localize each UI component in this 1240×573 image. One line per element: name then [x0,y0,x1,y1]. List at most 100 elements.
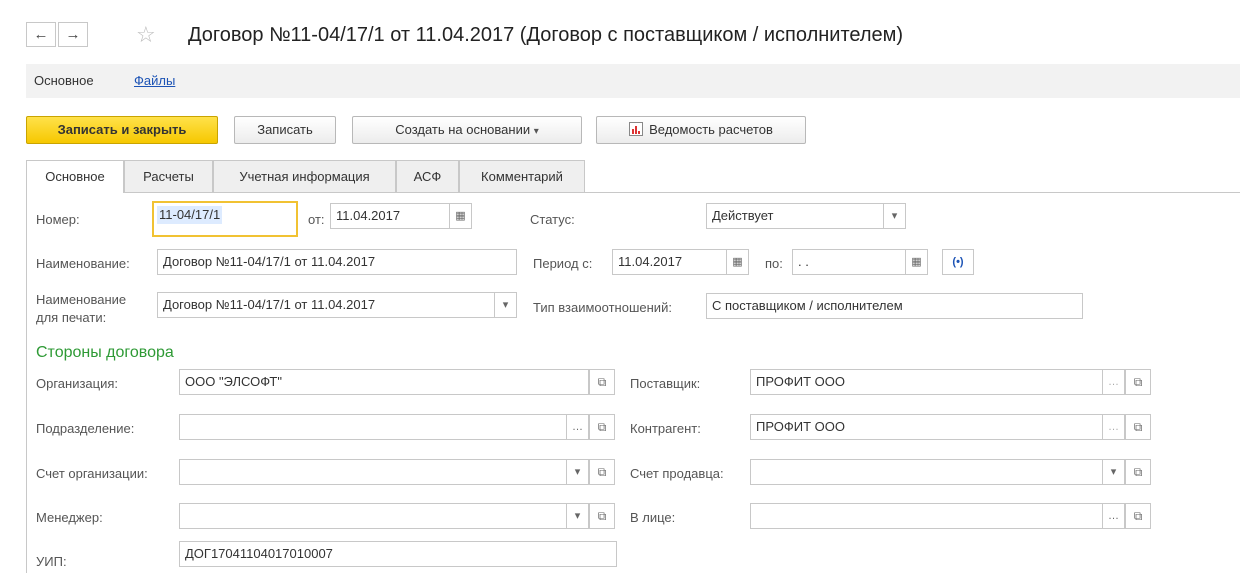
counterparty-input[interactable]: ПРОФИТ ООО … [750,414,1125,440]
open-link-icon: ⧉ [597,509,607,523]
back-button[interactable]: ← [26,22,56,47]
open-link-icon: ⧉ [597,465,607,479]
name-input[interactable]: Договор №11-04/17/1 от 11.04.2017 [157,249,517,275]
org-account-label: Счет организации: [36,466,148,481]
panel-main[interactable]: Основное [26,64,102,98]
organization-value: ООО "ЭЛСОФТ" [185,374,282,389]
relation-type-label: Тип взаимоотношений: [533,300,672,315]
period-toggle-button[interactable]: (•) [942,249,974,275]
status-select[interactable]: Действует ▾ [706,203,906,229]
ellipsis-icon[interactable]: … [566,415,588,439]
calendar-icon[interactable]: ▦ [726,250,748,274]
print-name-label-2: для печати: [36,310,107,325]
panel-files-link[interactable]: Файлы [134,64,175,98]
status-label: Статус: [530,212,575,227]
number-field[interactable]: 11-04/17/1 [152,201,298,237]
number-label: Номер: [36,212,80,227]
period-to-value: . . [798,254,809,269]
uip-input: ДОГ17041104017010007 [179,541,617,567]
chevron-down-icon[interactable]: ▾ [566,460,588,484]
department-label: Подразделение: [36,421,135,436]
print-name-label-1: Наименование [36,292,127,307]
period-toggle-icon: (•) [952,256,964,268]
forward-button[interactable]: → [58,22,88,47]
open-department-button[interactable]: ⧉ [589,414,615,440]
chevron-down-icon: ▾ [533,126,539,137]
form-panel-bar [26,64,1240,98]
arrow-right-icon: → [65,26,81,43]
form-left-border [26,192,27,573]
ellipsis-icon[interactable]: … [1102,415,1124,439]
from-date-input[interactable]: 11.04.2017 ▦ [330,203,472,229]
cropped-top-text [0,0,1240,16]
chevron-down-icon[interactable]: ▾ [494,293,516,317]
save-and-close-button[interactable]: Записать и закрыть [26,116,218,144]
organization-label: Организация: [36,376,119,391]
open-link-icon: ⧉ [1133,375,1143,389]
seller-account-select[interactable]: ▾ [750,459,1125,485]
org-account-select[interactable]: ▾ [179,459,589,485]
department-input[interactable]: … [179,414,589,440]
period-from-label: Период с: [533,256,593,271]
open-counterparty-button[interactable]: ⧉ [1125,414,1151,440]
uip-label: УИП: [36,554,67,569]
calendar-icon[interactable]: ▦ [449,204,471,228]
open-link-icon: ⧉ [597,375,607,389]
open-link-icon: ⧉ [1133,465,1143,479]
supplier-input[interactable]: ПРОФИТ ООО … [750,369,1125,395]
name-value: Договор №11-04/17/1 от 11.04.2017 [163,254,376,269]
status-value: Действует [712,208,774,223]
represented-by-label: В лице: [630,510,676,525]
arrow-left-icon: ← [33,26,49,43]
ellipsis-icon[interactable]: … [1102,370,1124,394]
ellipsis-icon[interactable]: … [1102,504,1124,528]
supplier-label: Поставщик: [630,376,701,391]
report-icon [629,122,644,136]
page-title: Договор №11-04/17/1 от 11.04.2017 (Догов… [188,24,904,46]
tab-accounting-info[interactable]: Учетная информация [213,160,396,192]
open-manager-button[interactable]: ⧉ [589,503,615,529]
print-name-select[interactable]: Договор №11-04/17/1 от 11.04.2017 ▾ [157,292,517,318]
parties-section-title: Стороны договора [36,344,174,361]
from-date-value: 11.04.2017 [336,208,401,223]
tab-asf[interactable]: АСФ [396,160,459,192]
chevron-down-icon[interactable]: ▾ [566,504,588,528]
supplier-value: ПРОФИТ ООО [756,374,845,389]
open-supplier-button[interactable]: ⧉ [1125,369,1151,395]
tab-comment[interactable]: Комментарий [459,160,585,192]
relation-type-input: С поставщиком / исполнителем [706,293,1083,319]
open-represented-by-button[interactable]: ⧉ [1125,503,1151,529]
create-based-on-label: Создать на основании [395,122,531,137]
settlement-report-button[interactable]: Ведомость расчетов [596,116,806,144]
open-link-icon: ⧉ [1133,420,1143,434]
open-organization-button[interactable]: ⧉ [589,369,615,395]
organization-input[interactable]: ООО "ЭЛСОФТ" [179,369,589,395]
number-input[interactable]: 11-04/17/1 [157,206,223,224]
name-label: Наименование: [36,256,130,271]
chevron-down-icon[interactable]: ▾ [883,204,905,228]
from-date-label: от: [308,212,325,227]
tab-settlements[interactable]: Расчеты [124,160,213,192]
open-seller-account-button[interactable]: ⧉ [1125,459,1151,485]
period-from-input[interactable]: 11.04.2017 ▦ [612,249,749,275]
seller-account-label: Счет продавца: [630,466,724,481]
open-link-icon: ⧉ [1133,509,1143,523]
chevron-down-icon[interactable]: ▾ [1102,460,1124,484]
tab-main[interactable]: Основное [26,160,124,193]
counterparty-label: Контрагент: [630,421,701,436]
favorite-star-icon[interactable]: ☆ [136,22,156,48]
period-to-label: по: [765,256,783,271]
save-button[interactable]: Записать [234,116,336,144]
create-based-on-button[interactable]: Создать на основании ▾ [352,116,582,144]
represented-by-input[interactable]: … [750,503,1125,529]
manager-select[interactable]: ▾ [179,503,589,529]
open-org-account-button[interactable]: ⧉ [589,459,615,485]
print-name-value: Договор №11-04/17/1 от 11.04.2017 [163,297,376,312]
period-to-input[interactable]: . . ▦ [792,249,928,275]
manager-label: Менеджер: [36,510,103,525]
calendar-icon[interactable]: ▦ [905,250,927,274]
uip-value: ДОГ17041104017010007 [185,546,333,561]
tab-divider [26,192,1240,193]
open-link-icon: ⧉ [597,420,607,434]
relation-type-value: С поставщиком / исполнителем [712,298,903,313]
